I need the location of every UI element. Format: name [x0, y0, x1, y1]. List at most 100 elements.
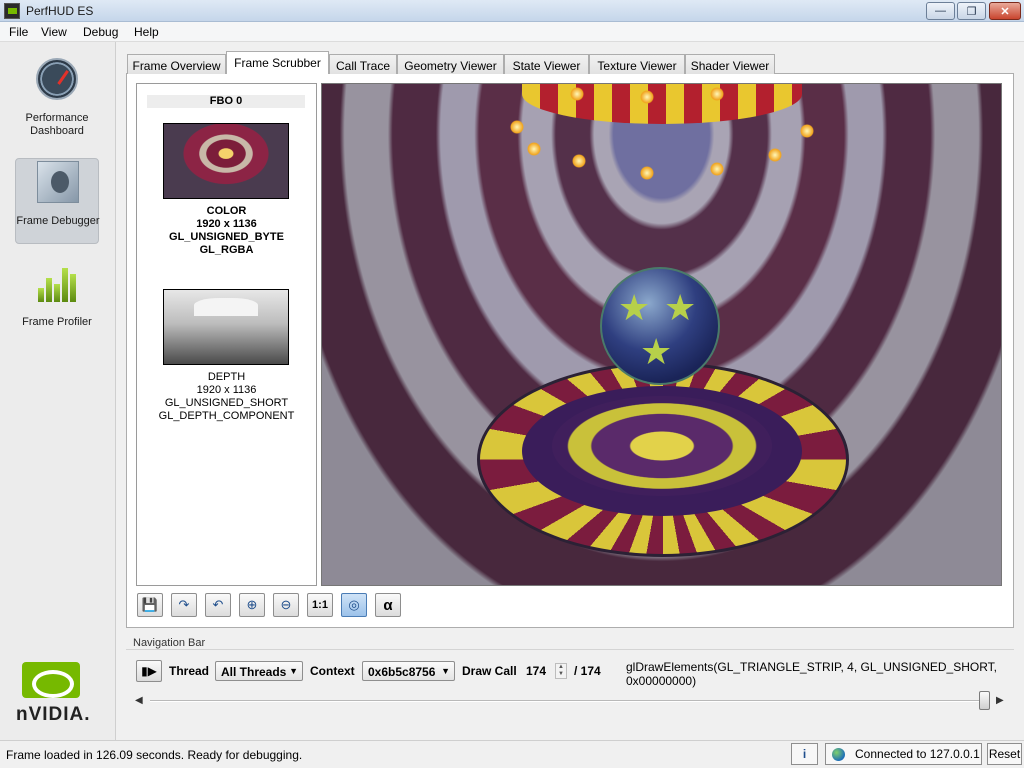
film-icon: ▮▶	[141, 664, 157, 678]
context-select[interactable]: 0x6b5c8756 ▼	[362, 661, 455, 681]
redo-icon: ↷	[178, 597, 190, 612]
thread-select[interactable]: All Threads ▼	[215, 661, 303, 681]
sidebar: Performance Dashboard Frame Debugger Fra…	[0, 42, 116, 740]
color-buffer-name: COLOR	[206, 205, 247, 217]
zoom-out-button[interactable]: ⊖	[273, 593, 299, 617]
nvidia-wordmark: nVIDIA.	[16, 704, 91, 725]
menu-bar: File View Debug Help	[0, 22, 1024, 42]
draw-call-total: / 174	[574, 664, 601, 678]
reset-button[interactable]: Reset	[987, 743, 1022, 765]
actual-size-button[interactable]: 1:1	[307, 593, 333, 617]
close-button[interactable]: ✕	[989, 2, 1021, 20]
draw-call-slider-thumb[interactable]	[979, 691, 990, 710]
zoom-in-icon: ⊕	[246, 597, 258, 612]
draw-call-value: 174	[526, 664, 547, 678]
nvidia-eye-icon	[22, 662, 80, 698]
light-bulb	[710, 162, 724, 176]
app-icon	[4, 3, 20, 19]
redo-button[interactable]: ↷	[171, 593, 197, 617]
light-bulb	[800, 124, 814, 138]
depth-buffer-type: GL_UNSIGNED_SHORT	[164, 397, 289, 409]
maximize-button[interactable]: ❐	[957, 2, 986, 20]
info-icon: i	[802, 747, 807, 761]
menu-view[interactable]: View	[38, 24, 70, 40]
tab-frame-scrubber[interactable]: Frame Scrubber	[226, 51, 329, 74]
sidebar-item-label: Frame Profiler	[22, 316, 92, 328]
slider-right-arrow-icon[interactable]: ▶	[996, 695, 1004, 706]
star-icon: ★	[640, 331, 673, 372]
star-icon: ★	[664, 287, 697, 328]
thread-label: Thread	[169, 664, 210, 678]
color-buffer-thumbnail[interactable]	[163, 123, 289, 199]
sidebar-item-frame-debugger[interactable]: Frame Debugger	[15, 158, 100, 244]
actual-size-icon: 1:1	[312, 599, 328, 611]
info-button[interactable]: i	[791, 743, 818, 765]
context-select-value: 0x6b5c8756	[368, 665, 436, 679]
undo-button[interactable]: ↶	[205, 593, 231, 617]
depth-buffer-thumbnail[interactable]	[163, 289, 289, 365]
globe-icon	[832, 747, 845, 761]
wireframe-icon: ◎	[348, 597, 360, 612]
wireframe-toggle-button[interactable]: ◎	[341, 593, 367, 617]
color-buffer-size: 1920 x 1136	[196, 218, 257, 230]
tab-call-trace[interactable]: Call Trace	[329, 54, 397, 74]
sidebar-item-performance-dashboard[interactable]: Performance Dashboard	[15, 56, 99, 142]
menu-file[interactable]: File	[6, 24, 31, 40]
title-bar: PerfHUD ES — ❐ ✕	[0, 0, 1024, 22]
light-bulb	[570, 87, 584, 101]
draw-call-spinbox[interactable]: 174 ▲ ▼	[523, 661, 567, 681]
tab-state-viewer[interactable]: State Viewer	[504, 54, 589, 74]
zoom-in-button[interactable]: ⊕	[239, 593, 265, 617]
context-label: Context	[310, 664, 355, 678]
bar-chart-icon	[36, 262, 78, 304]
color-buffer-type: GL_UNSIGNED_BYTE	[169, 231, 284, 243]
menu-help[interactable]: Help	[131, 24, 162, 40]
tab-texture-viewer[interactable]: Texture Viewer	[589, 54, 685, 74]
light-bulb	[640, 90, 654, 104]
draw-call-label: Draw Call	[462, 664, 517, 678]
spin-arrows-icon[interactable]: ▲ ▼	[555, 663, 567, 679]
frame-viewport[interactable]: ★ ★ ★	[321, 83, 1002, 586]
connection-status[interactable]: Connected to 127.0.0.1	[825, 743, 982, 765]
gauge-icon	[36, 58, 78, 100]
tab-frame-overview[interactable]: Frame Overview	[127, 54, 226, 74]
navigation-bar-label: Navigation Bar	[133, 637, 206, 649]
alpha-icon: α	[383, 596, 393, 614]
light-bulb	[510, 120, 524, 134]
sidebar-item-frame-profiler[interactable]: Frame Profiler	[15, 260, 99, 346]
carousel-top	[522, 84, 802, 124]
pedestal-core	[552, 396, 772, 496]
bug-icon	[37, 161, 79, 203]
thread-select-value: All Threads	[221, 665, 287, 679]
color-buffer-format: GL_RGBA	[199, 244, 254, 256]
zoom-out-icon: ⊖	[280, 597, 292, 612]
save-button[interactable]: 💾	[137, 593, 163, 617]
light-bulb	[640, 166, 654, 180]
fbo-list: FBO 0 COLOR 1920 x 1136 GL_UNSIGNED_BYTE…	[136, 83, 317, 586]
chevron-down-icon: ▼	[441, 666, 450, 676]
tab-geometry-viewer[interactable]: Geometry Viewer	[397, 54, 504, 74]
fbo-header: FBO 0	[147, 95, 305, 108]
light-bulb	[768, 148, 782, 162]
sidebar-item-label: Performance Dashboard	[25, 112, 89, 137]
alpha-toggle-button[interactable]: α	[375, 593, 401, 617]
light-bulb	[527, 142, 541, 156]
tab-shader-viewer[interactable]: Shader Viewer	[685, 54, 775, 74]
film-strip-button[interactable]: ▮▶	[136, 660, 162, 682]
light-bulb	[710, 87, 724, 101]
connection-text: Connected to 127.0.0.1	[855, 747, 980, 761]
depth-buffer-size: 1920 x 1136	[196, 384, 257, 396]
save-icon: 💾	[141, 597, 159, 612]
window-title: PerfHUD ES	[26, 4, 94, 18]
draw-call-slider[interactable]	[150, 700, 990, 702]
nvidia-logo: nVIDIA.	[16, 658, 100, 728]
current-draw-call: glDrawElements(GL_TRIANGLE_STRIP, 4, GL_…	[626, 660, 998, 688]
depth-buffer-name: DEPTH	[207, 371, 246, 383]
minimize-button[interactable]: —	[926, 2, 955, 20]
depth-buffer-format: GL_DEPTH_COMPONENT	[158, 410, 295, 422]
slider-left-arrow-icon[interactable]: ◀	[135, 695, 143, 706]
star-icon: ★	[618, 287, 651, 328]
chevron-down-icon: ▼	[289, 666, 298, 676]
menu-debug[interactable]: Debug	[80, 24, 121, 40]
sidebar-item-label: Frame Debugger	[16, 215, 100, 227]
